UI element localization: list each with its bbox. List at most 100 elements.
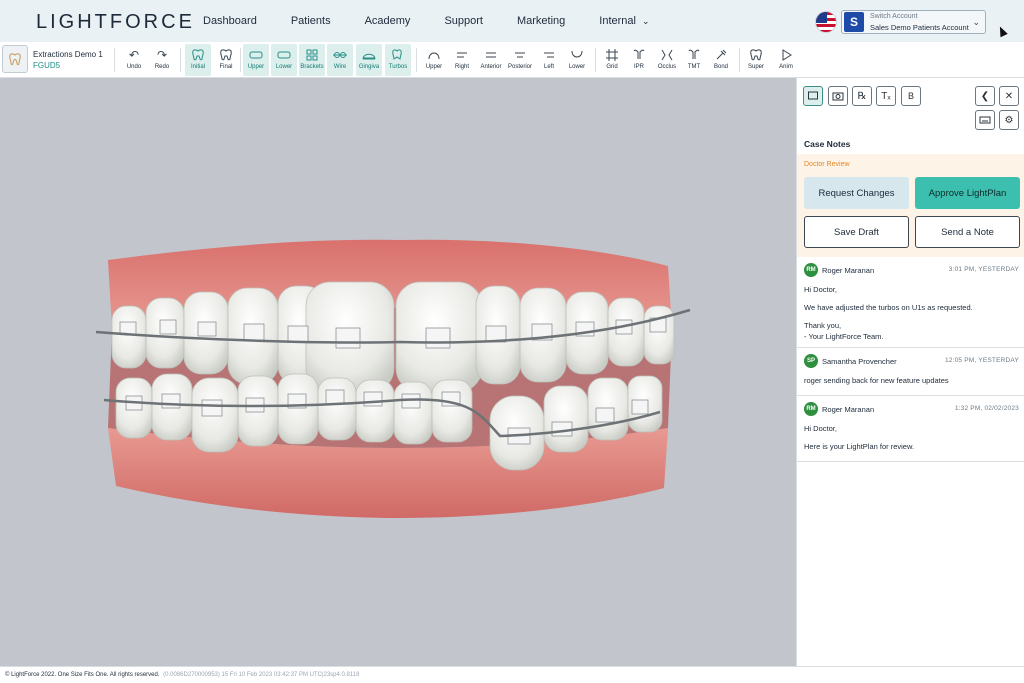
avatar: SP [804, 354, 818, 368]
switch-account-dropdown[interactable]: S Switch Account Sales Demo Patients Acc… [841, 10, 986, 34]
initial-button[interactable]: Initial [185, 44, 211, 76]
tmt-button[interactable]: TMT [681, 44, 707, 76]
view-posterior-icon [507, 46, 533, 64]
super-button[interactable]: Super [743, 44, 769, 76]
footer: © LightForce 2022. One Size Fits One. Al… [0, 666, 1024, 683]
note-body: Hi Doctor, Here is your LightPlan for re… [804, 423, 914, 452]
clear-format-button[interactable]: Tₓ [876, 86, 896, 106]
screenshot-button[interactable] [828, 86, 848, 106]
logo-force-text: FORCE [109, 11, 195, 33]
redo-icon: ↷ [156, 48, 168, 62]
note-line: - Your LightForce Team. [804, 332, 884, 341]
gingiva-button[interactable]: Gingiva [356, 44, 382, 76]
rx-icon: ℞ [857, 90, 867, 102]
final-button[interactable]: Final [213, 44, 239, 76]
top-navigation: LIGHTFORCE Dashboard Patients Academy Su… [0, 0, 1024, 42]
undo-button[interactable]: ↶ Undo [121, 44, 147, 76]
note-item: RM Roger Maranan 3:01 PM, YESTERDAY Hi D… [797, 257, 1024, 348]
nav-support[interactable]: Support [444, 15, 483, 27]
occlusion-icon [654, 46, 680, 64]
send-note-button[interactable]: Send a Note [915, 216, 1020, 248]
note-author: Samantha Provencher [822, 357, 897, 366]
note-line: Hi Doctor, [804, 285, 837, 294]
nav-dashboard[interactable]: Dashboard [203, 15, 257, 27]
account-avatar: S [844, 12, 864, 32]
ipr-icon [626, 46, 652, 64]
version-text: (0.0086D270000953) 15 Fri 10 Feb 2023 03… [163, 672, 360, 678]
note-timestamp: 3:01 PM, YESTERDAY [948, 266, 1019, 273]
lightforce-logo[interactable]: LIGHTFORCE [36, 11, 195, 34]
upper-arch-button[interactable]: Upper [243, 44, 269, 76]
comment-icon [808, 91, 818, 100]
view-left-icon [536, 46, 562, 64]
collapse-panel-button[interactable]: ❮ [975, 86, 995, 106]
chevron-down-icon: ⌄ [972, 17, 980, 27]
note-item: RM Roger Maranan 1:32 PM, 02/02/2023 Hi … [797, 396, 1024, 462]
view-posterior-button[interactable]: Posterior [507, 44, 533, 76]
view-upper-button[interactable]: Upper [421, 44, 447, 76]
redo-button[interactable]: ↷ Redo [149, 44, 175, 76]
nav-marketing[interactable]: Marketing [517, 15, 565, 27]
occlus-button[interactable]: Occlus [654, 44, 680, 76]
us-flag-icon[interactable] [815, 11, 837, 33]
note-line: Hi Doctor, [804, 424, 837, 433]
close-panel-button[interactable]: ✕ [999, 86, 1019, 106]
bond-icon [708, 46, 734, 64]
settings-button[interactable]: ⚙ [999, 110, 1019, 130]
clear-format-icon: Tₓ [881, 90, 891, 102]
keyboard-button[interactable] [975, 110, 995, 130]
logo-light-text: LIGHT [36, 11, 110, 33]
note-timestamp: 12:05 PM, YESTERDAY [944, 357, 1019, 364]
grid-button[interactable]: Grid [599, 44, 625, 76]
case-title: Extractions Demo 1 [33, 50, 103, 59]
tooth-icon [213, 46, 239, 64]
undo-icon: ↶ [128, 48, 140, 62]
anim-label: Anim [779, 64, 793, 70]
wire-button[interactable]: Wire [327, 44, 353, 76]
ipr-button[interactable]: IPR [626, 44, 652, 76]
nav-academy[interactable]: Academy [365, 15, 411, 27]
tmt-icon [681, 46, 707, 64]
view-lower-button[interactable]: Lower [564, 44, 590, 76]
case-notes-heading: Case Notes [804, 139, 851, 149]
view-right-button[interactable]: Right [449, 44, 475, 76]
view-right-icon [449, 46, 475, 64]
mouse-cursor-icon [996, 24, 1008, 38]
nav-internal[interactable]: Internal ⌄ [599, 15, 649, 27]
account-name: Sales Demo Patients Account [870, 23, 969, 32]
rx-button[interactable]: ℞ [852, 86, 872, 106]
note-author: Roger Maranan [822, 405, 875, 414]
teeth-model-render[interactable] [0, 78, 796, 666]
view-anterior-icon [478, 46, 504, 64]
avatar: RM [804, 402, 818, 416]
turbos-button[interactable]: Turbos [385, 44, 411, 76]
grid-icon [599, 46, 625, 64]
chevron-down-icon: ⌄ [641, 16, 650, 26]
lower-arch-button[interactable]: Lower [271, 44, 297, 76]
case-code[interactable]: FGUD5 [33, 61, 60, 70]
request-changes-button[interactable]: Request Changes [804, 177, 909, 209]
notes-tab-button[interactable] [803, 86, 823, 106]
view-left-button[interactable]: Left [536, 44, 562, 76]
upper-arch-icon [243, 46, 269, 64]
note-line: roger sending back for new feature updat… [804, 376, 949, 385]
switch-account-label: Switch Account [870, 13, 918, 20]
case-thumbnail[interactable] [2, 45, 28, 73]
turbos-icon [385, 46, 411, 64]
bold-button[interactable]: B [901, 86, 921, 106]
3d-dental-viewer[interactable] [0, 78, 796, 666]
view-anterior-button[interactable]: Anterior [478, 44, 504, 76]
close-icon: ✕ [1004, 90, 1014, 102]
camera-icon [832, 92, 844, 101]
turbos-label: Turbos [388, 64, 408, 70]
tooth-icon [9, 53, 21, 65]
bond-button[interactable]: Bond [708, 44, 734, 76]
redo-label: Redo [154, 64, 170, 70]
note-line: Thank you, [804, 321, 842, 330]
keyboard-icon [979, 116, 991, 124]
anim-button[interactable]: Anim [773, 44, 799, 76]
brackets-button[interactable]: Brackets [299, 44, 325, 76]
save-draft-button[interactable]: Save Draft [804, 216, 909, 248]
approve-lightplan-button[interactable]: Approve LightPlan [915, 177, 1020, 209]
nav-patients[interactable]: Patients [291, 15, 331, 27]
